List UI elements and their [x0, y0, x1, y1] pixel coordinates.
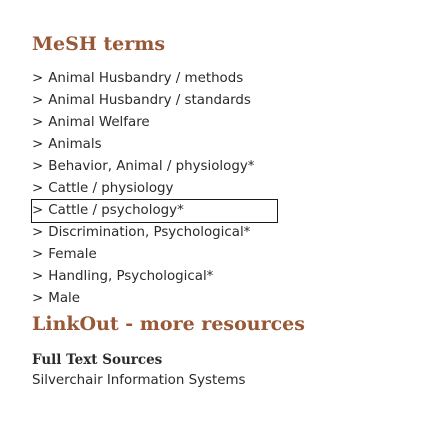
- mesh-term-item[interactable]: > Female: [32, 244, 277, 266]
- mesh-term-item[interactable]: > Behavior, Animal / physiology*: [32, 156, 277, 178]
- chevron-right-icon: >: [32, 159, 44, 174]
- mesh-term-item-selected[interactable]: > Cattle / psychology*: [31, 199, 278, 223]
- mesh-term-label: Animal Husbandry / standards: [48, 93, 251, 108]
- chevron-right-icon: >: [32, 181, 44, 196]
- mesh-terms-list: > Animal Husbandry / methods > Animal Hu…: [31, 68, 278, 310]
- chevron-right-icon: >: [32, 137, 44, 152]
- page: MeSH terms > Animal Husbandry / methods …: [0, 0, 448, 448]
- mesh-term-label: Handling, Psychological*: [48, 269, 214, 284]
- mesh-term-label: Cattle / physiology: [48, 181, 174, 196]
- mesh-term-item[interactable]: > Handling, Psychological*: [32, 266, 277, 288]
- chevron-right-icon: >: [32, 93, 44, 108]
- mesh-term-item[interactable]: > Male: [32, 288, 277, 310]
- mesh-term-item[interactable]: > Cattle / physiology: [32, 178, 277, 200]
- mesh-term-label: Male: [48, 291, 80, 306]
- mesh-term-item[interactable]: > Animal Husbandry / standards: [32, 90, 277, 112]
- mesh-term-item[interactable]: > Animals: [32, 134, 277, 156]
- linkout-heading: LinkOut - more resources: [32, 313, 305, 335]
- full-text-sources-heading: Full Text Sources: [32, 352, 163, 368]
- mesh-terms-heading: MeSH terms: [32, 33, 166, 55]
- mesh-term-label: Animals: [48, 137, 102, 152]
- mesh-term-label: Animal Husbandry / methods: [48, 71, 244, 86]
- mesh-term-label: Discrimination, Psychological*: [48, 225, 251, 240]
- mesh-term-label: Behavior, Animal / physiology*: [48, 159, 255, 174]
- mesh-term-item[interactable]: > Discrimination, Psychological*: [32, 222, 277, 244]
- chevron-right-icon: >: [32, 247, 44, 262]
- mesh-term-item[interactable]: > Animal Husbandry / methods: [32, 68, 277, 90]
- mesh-term-label: Female: [48, 247, 97, 262]
- chevron-right-icon: >: [32, 225, 44, 240]
- chevron-right-icon: >: [32, 269, 44, 284]
- mesh-term-item[interactable]: > Animal Welfare: [32, 112, 277, 134]
- mesh-term-label: Cattle / psychology*: [48, 203, 184, 218]
- source-link-silverchair[interactable]: Silverchair Information Systems: [32, 373, 246, 388]
- chevron-right-icon: >: [32, 203, 44, 218]
- chevron-right-icon: >: [32, 291, 44, 306]
- chevron-right-icon: >: [32, 115, 44, 130]
- chevron-right-icon: >: [32, 71, 44, 86]
- mesh-term-label: Animal Welfare: [48, 115, 150, 130]
